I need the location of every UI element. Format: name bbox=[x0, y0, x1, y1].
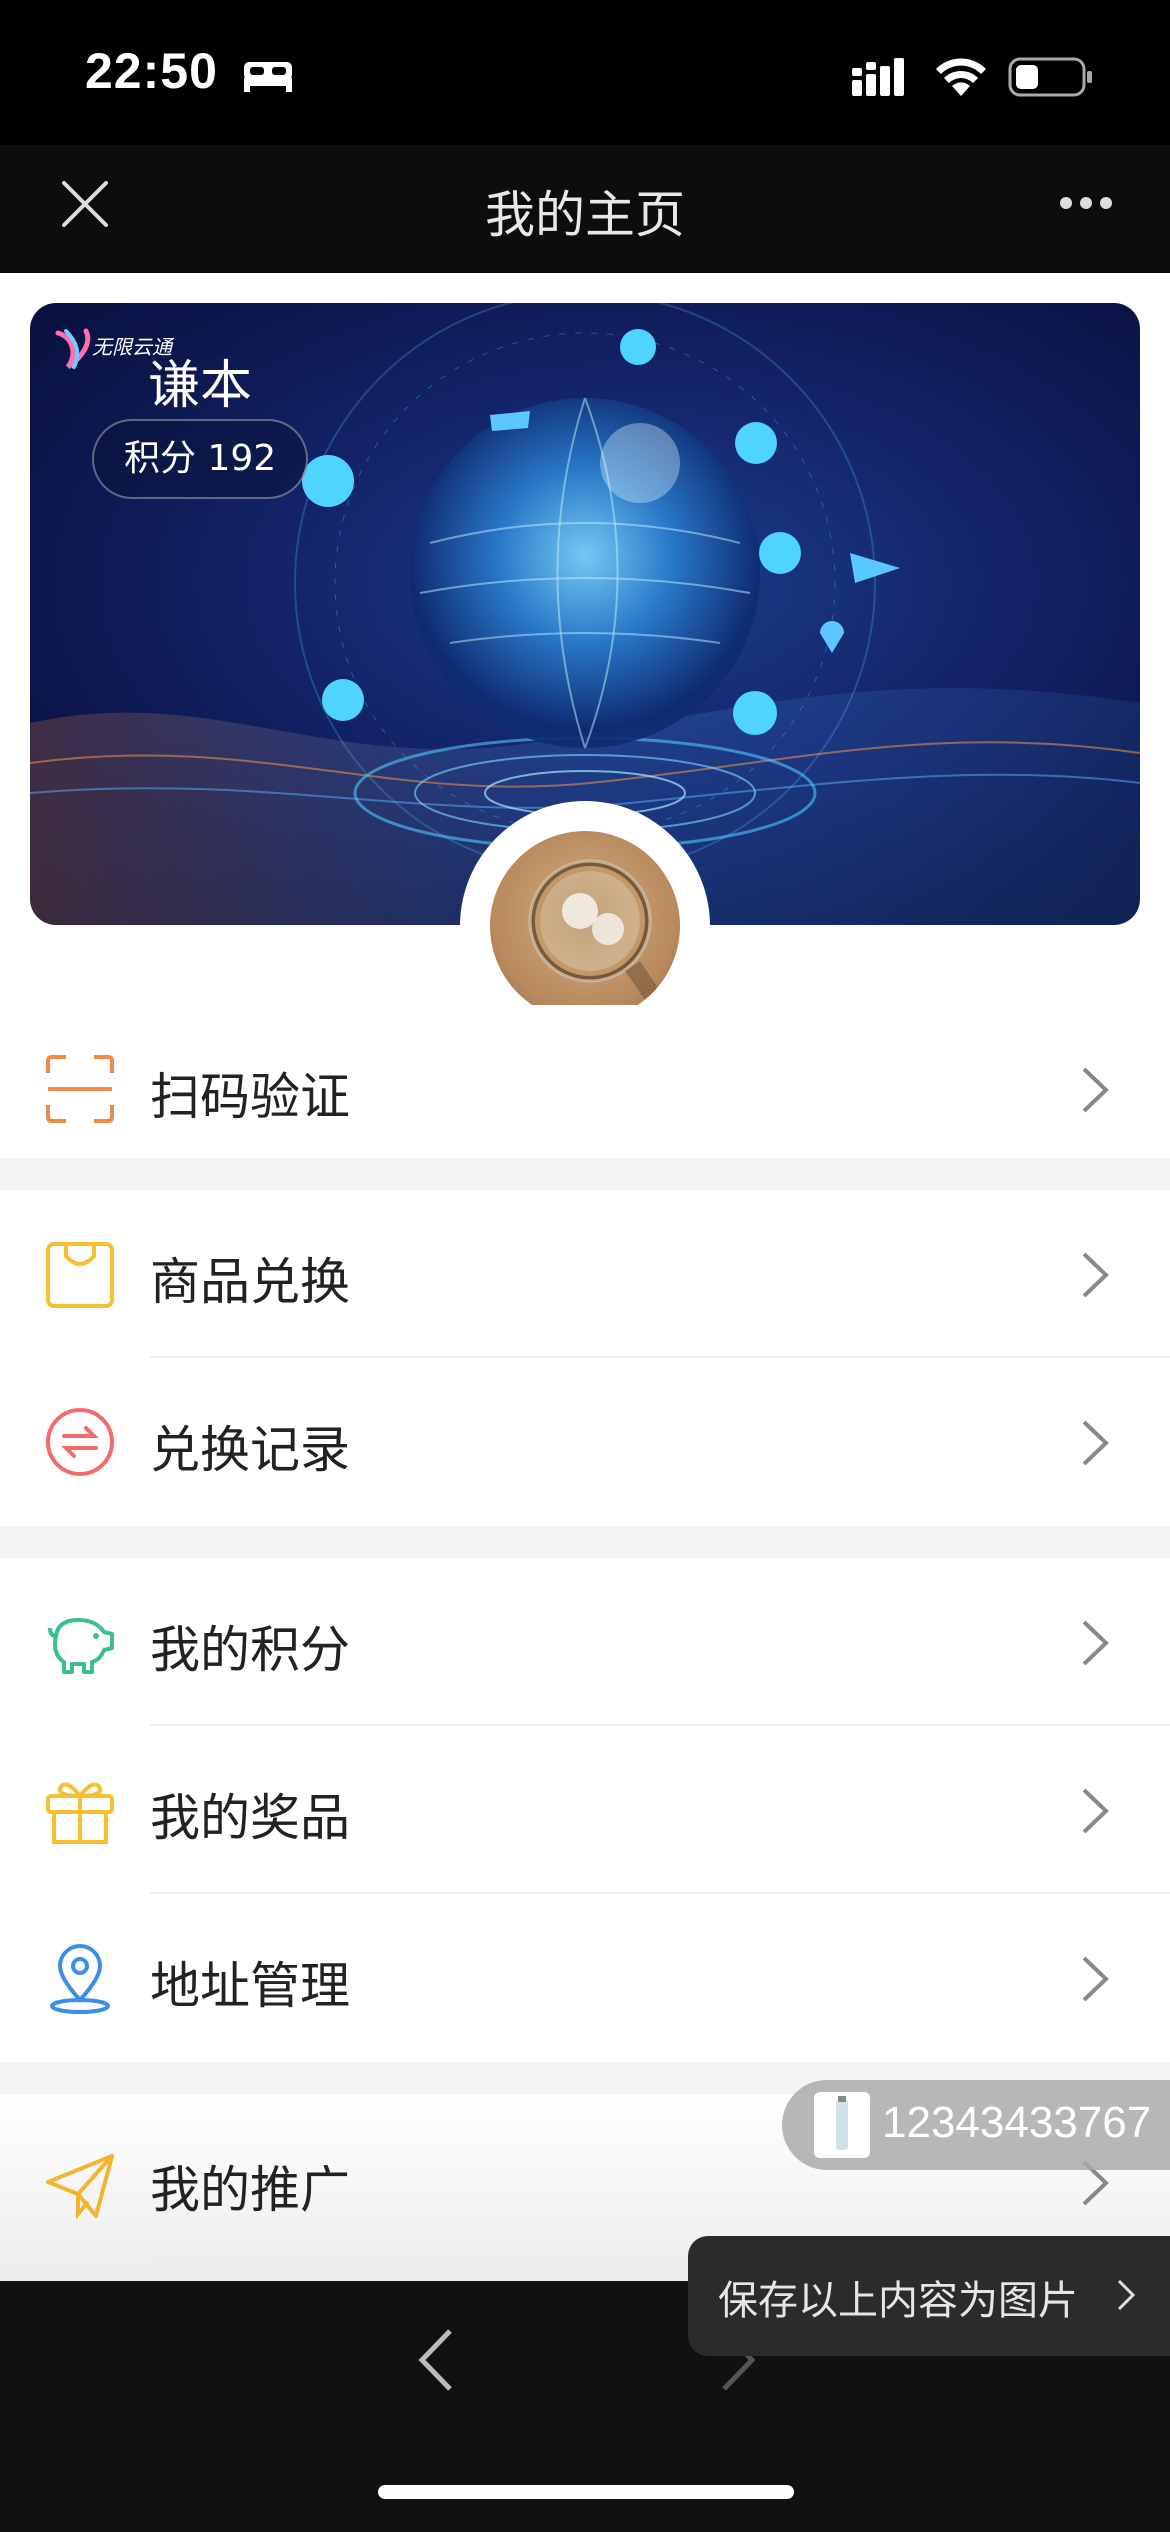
wifi-icon bbox=[936, 58, 986, 96]
section-gap bbox=[0, 1158, 1170, 1190]
location-pin-icon bbox=[50, 1944, 110, 2014]
gift-icon bbox=[46, 1782, 114, 1844]
shopping-bag-icon bbox=[46, 1242, 114, 1308]
chevron-right-icon bbox=[1082, 1252, 1109, 1298]
floating-phone-pill[interactable]: 12343433767 bbox=[782, 2080, 1170, 2170]
save-as-image-button[interactable]: 保存以上内容为图片 bbox=[688, 2236, 1170, 2356]
points-badge: 积分 192 bbox=[92, 419, 309, 499]
product-thumbnail bbox=[814, 2092, 870, 2158]
page-title: 我的主页 bbox=[485, 186, 685, 244]
menu-item-my-prizes[interactable]: 我的奖品 bbox=[0, 1726, 1170, 1894]
chevron-right-icon bbox=[1082, 1067, 1109, 1113]
main-content: 无限云通 谦本 积分 192 扫码验证 bbox=[0, 273, 1170, 1281]
avatar[interactable] bbox=[490, 831, 680, 1021]
battery-icon bbox=[1008, 57, 1092, 97]
signal-icon bbox=[852, 58, 904, 96]
nav-bar: 我的主页 bbox=[0, 145, 1170, 273]
chevron-right-icon bbox=[1082, 1956, 1109, 2002]
status-time: 22:50 bbox=[85, 43, 218, 99]
menu-item-label: 扫码验证 bbox=[150, 1068, 350, 1126]
avatar-image bbox=[528, 859, 680, 1021]
back-arrow-icon[interactable] bbox=[416, 2327, 456, 2393]
chevron-right-icon bbox=[1082, 1420, 1109, 1466]
menu-item-scan-verify[interactable]: 扫码验证 bbox=[0, 1005, 1170, 1173]
scan-icon bbox=[46, 1055, 114, 1123]
piggy-bank-icon bbox=[48, 1618, 114, 1674]
menu-item-exchange-records[interactable]: 兑换记录 bbox=[0, 1358, 1170, 1526]
menu-item-my-points[interactable]: 我的积分 bbox=[0, 1558, 1170, 1726]
menu-item-label: 我的积分 bbox=[150, 1621, 350, 1679]
menu-item-label: 地址管理 bbox=[150, 1957, 350, 2015]
chevron-right-icon bbox=[1082, 1620, 1109, 1666]
exchange-icon bbox=[46, 1408, 114, 1476]
more-icon[interactable] bbox=[1058, 195, 1114, 211]
section-gap bbox=[0, 1526, 1170, 1558]
chevron-right-icon bbox=[1082, 1788, 1109, 1834]
home-indicator[interactable] bbox=[378, 2485, 794, 2499]
menu-item-label: 兑换记录 bbox=[150, 1421, 350, 1479]
menu-item-label: 商品兑换 bbox=[150, 1253, 350, 1311]
user-name: 谦本 bbox=[148, 356, 253, 416]
menu-item-product-exchange[interactable]: 商品兑换 bbox=[0, 1190, 1170, 1358]
send-icon bbox=[46, 2154, 114, 2220]
menu-item-label: 我的奖品 bbox=[150, 1789, 350, 1847]
chevron-right-icon bbox=[1117, 2279, 1136, 2311]
save-as-image-label: 保存以上内容为图片 bbox=[718, 2278, 1078, 2324]
menu-item-label: 我的推广 bbox=[150, 2161, 350, 2219]
menu-item-address-management[interactable]: 地址管理 bbox=[0, 1894, 1170, 2062]
phone-number: 12343433767 bbox=[882, 2098, 1152, 2147]
status-bar: 22:50 bbox=[0, 0, 1170, 145]
bed-icon bbox=[244, 62, 292, 92]
